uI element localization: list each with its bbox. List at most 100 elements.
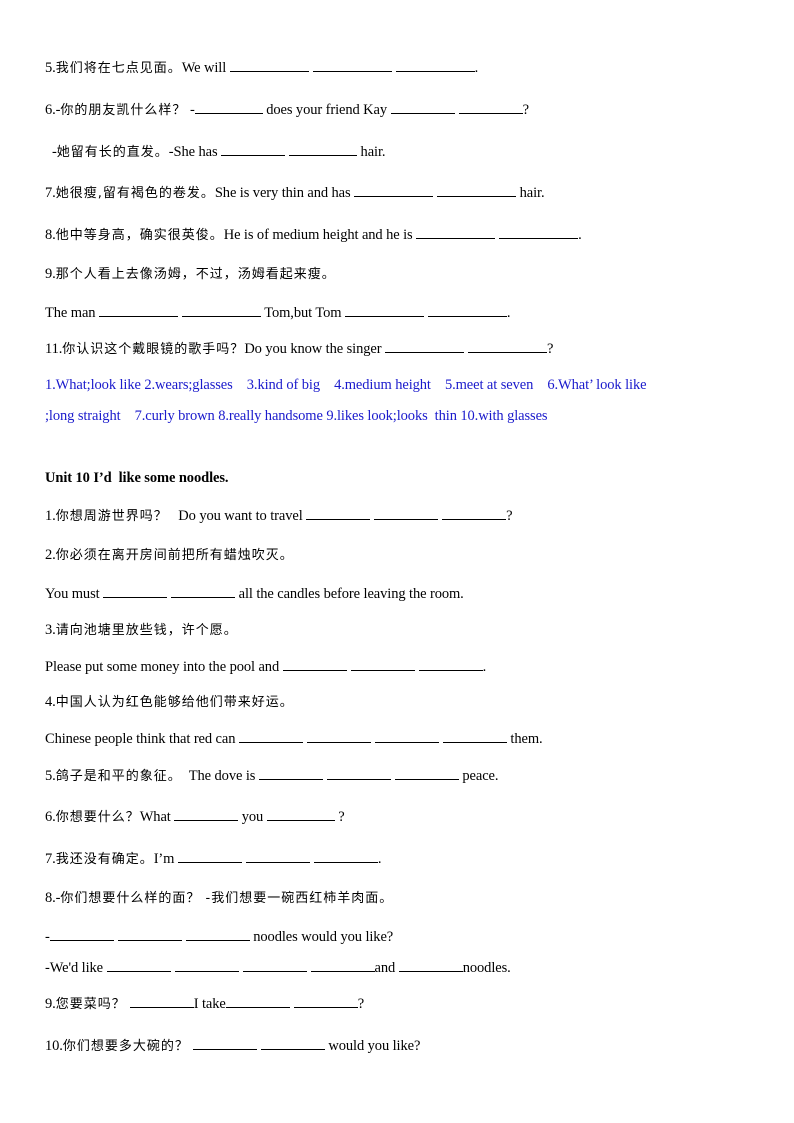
english-text: The man xyxy=(45,305,99,321)
question-number: 10. xyxy=(45,1038,63,1054)
answer-blank[interactable] xyxy=(313,849,378,863)
english-text: noodles. xyxy=(462,960,511,976)
question-line: -We'd like and noodles. xyxy=(45,958,511,977)
answer-blank[interactable] xyxy=(103,584,168,598)
question-line: 6.-你的朋友凯什么样？ - does your friend Kay ? xyxy=(45,100,529,120)
question-line: 8.他中等身高，确实很英俊。He is of medium height and… xyxy=(45,225,582,245)
answer-blank[interactable] xyxy=(442,506,507,520)
answer-blank[interactable] xyxy=(225,994,290,1008)
answer-blank[interactable] xyxy=(467,339,547,353)
english-text: hair. xyxy=(357,144,386,160)
question-number: 8. xyxy=(45,227,56,243)
answer-blank[interactable] xyxy=(174,958,239,972)
english-text: would you like? xyxy=(324,1038,421,1054)
answer-blank[interactable] xyxy=(458,100,523,114)
answer-blank[interactable] xyxy=(427,303,507,317)
answer-blank[interactable] xyxy=(416,225,496,239)
chinese-prompt: 请向池塘里放些钱，许个愿。 xyxy=(55,623,238,638)
answer-blank[interactable] xyxy=(106,958,171,972)
english-text: Tom,but Tom xyxy=(260,305,345,321)
answer-blank[interactable] xyxy=(326,766,391,780)
answer-blank[interactable] xyxy=(394,766,459,780)
answer-blank[interactable] xyxy=(177,849,242,863)
question-line: -她留有长的直发。-She has hair. xyxy=(52,142,386,162)
punctuation: ? xyxy=(334,809,345,825)
question-number: 1. xyxy=(45,508,56,524)
question-line: 11.你认识这个戴眼镜的歌手吗？Do you know the singer ? xyxy=(45,339,553,359)
chinese-prompt: 你的朋友凯什么样？ xyxy=(60,103,187,118)
answer-blank[interactable] xyxy=(384,339,464,353)
question-line: 9.那个人看上去像汤姆，不过，汤姆看起来瘦。 xyxy=(45,265,336,284)
punctuation: . xyxy=(578,227,582,243)
question-number: 2. xyxy=(45,547,56,563)
answer-blank[interactable] xyxy=(98,303,178,317)
answer-blank[interactable] xyxy=(129,994,194,1008)
answer-blank[interactable] xyxy=(185,927,250,941)
answer-blank[interactable] xyxy=(374,506,439,520)
answer-blank[interactable] xyxy=(238,729,303,743)
punctuation: ? xyxy=(546,341,554,357)
answer-blank[interactable] xyxy=(258,766,323,780)
english-text: noodles would you like? xyxy=(249,929,394,945)
answer-blank[interactable] xyxy=(350,657,415,671)
english-text: What xyxy=(139,809,175,825)
answer-blank[interactable] xyxy=(266,807,335,821)
answer-blank[interactable] xyxy=(171,584,236,598)
answer-blank[interactable] xyxy=(312,58,392,72)
answer-key-line: ;long straight 7.curly brown 8.really ha… xyxy=(45,408,548,424)
chinese-prompt: 中国人认为红色能够给他们带来好运。 xyxy=(55,695,294,710)
answer-blank[interactable] xyxy=(293,994,358,1008)
answer-blank[interactable] xyxy=(221,142,286,156)
answer-blank[interactable] xyxy=(374,729,439,743)
answer-blank[interactable] xyxy=(390,100,455,114)
answer-blank[interactable] xyxy=(174,807,239,821)
chinese-prompt: 您要菜吗？ xyxy=(55,997,126,1012)
chinese-prompt: 你们想要多大碗的？ xyxy=(62,1039,189,1054)
answer-blank[interactable] xyxy=(49,927,114,941)
answer-blank[interactable] xyxy=(192,1036,257,1050)
answer-blank[interactable] xyxy=(395,58,475,72)
english-text: does your friend Kay xyxy=(262,102,391,118)
question-line: 1.你想周游世界吗？ Do you want to travel ? xyxy=(45,506,513,526)
chinese-prompt: 我们将在七点见面。 xyxy=(55,61,182,76)
english-text: you xyxy=(238,809,267,825)
question-number: 3. xyxy=(45,622,56,638)
question-line: 3.请向池塘里放些钱，许个愿。 xyxy=(45,621,238,640)
question-line: 6.你想要什么？What you ? xyxy=(45,807,345,827)
answer-blank[interactable] xyxy=(242,958,307,972)
answer-blank[interactable] xyxy=(229,58,309,72)
chinese-prompt: 你认识这个戴眼镜的歌手吗？ xyxy=(62,342,245,357)
answer-blank[interactable] xyxy=(282,657,347,671)
answer-blank[interactable] xyxy=(260,1036,325,1050)
answer-blank[interactable] xyxy=(245,849,310,863)
answer-blank[interactable] xyxy=(181,303,261,317)
answer-blank[interactable] xyxy=(398,958,463,972)
chinese-prompt: 你们想要什么样的面？ -我们想要一碗西红柿羊肉面。 xyxy=(60,891,394,906)
english-text: Please put some money into the pool and xyxy=(45,659,283,675)
question-line: You must all the candles before leaving … xyxy=(45,584,464,603)
punctuation: ? xyxy=(357,996,365,1012)
english-text: peace. xyxy=(458,768,499,784)
punctuation: ? xyxy=(506,508,513,524)
answer-blank[interactable] xyxy=(437,183,517,197)
english-text: them. xyxy=(506,731,543,747)
answer-blank[interactable] xyxy=(442,729,507,743)
answer-blank[interactable] xyxy=(344,303,424,317)
question-number: 7. xyxy=(45,185,56,201)
answer-blank[interactable] xyxy=(306,506,371,520)
answer-key-line: 1.What;look like 2.wears;glasses 3.kind … xyxy=(45,377,647,393)
english-text: He is of medium height and he is xyxy=(223,227,417,243)
question-number: 5. xyxy=(45,768,56,784)
answer-blank[interactable] xyxy=(499,225,579,239)
answer-blank[interactable] xyxy=(289,142,358,156)
question-line: 5.我们将在七点见面。We will . xyxy=(45,58,478,78)
answer-blank[interactable] xyxy=(354,183,434,197)
question-number: 11. xyxy=(45,341,63,357)
answer-blank[interactable] xyxy=(194,100,263,114)
answer-blank[interactable] xyxy=(306,729,371,743)
question-number: 9. xyxy=(45,996,56,1012)
answer-blank[interactable] xyxy=(418,657,483,671)
question-line: - noodles would you like? xyxy=(45,927,393,946)
answer-blank[interactable] xyxy=(310,958,375,972)
answer-blank[interactable] xyxy=(117,927,182,941)
